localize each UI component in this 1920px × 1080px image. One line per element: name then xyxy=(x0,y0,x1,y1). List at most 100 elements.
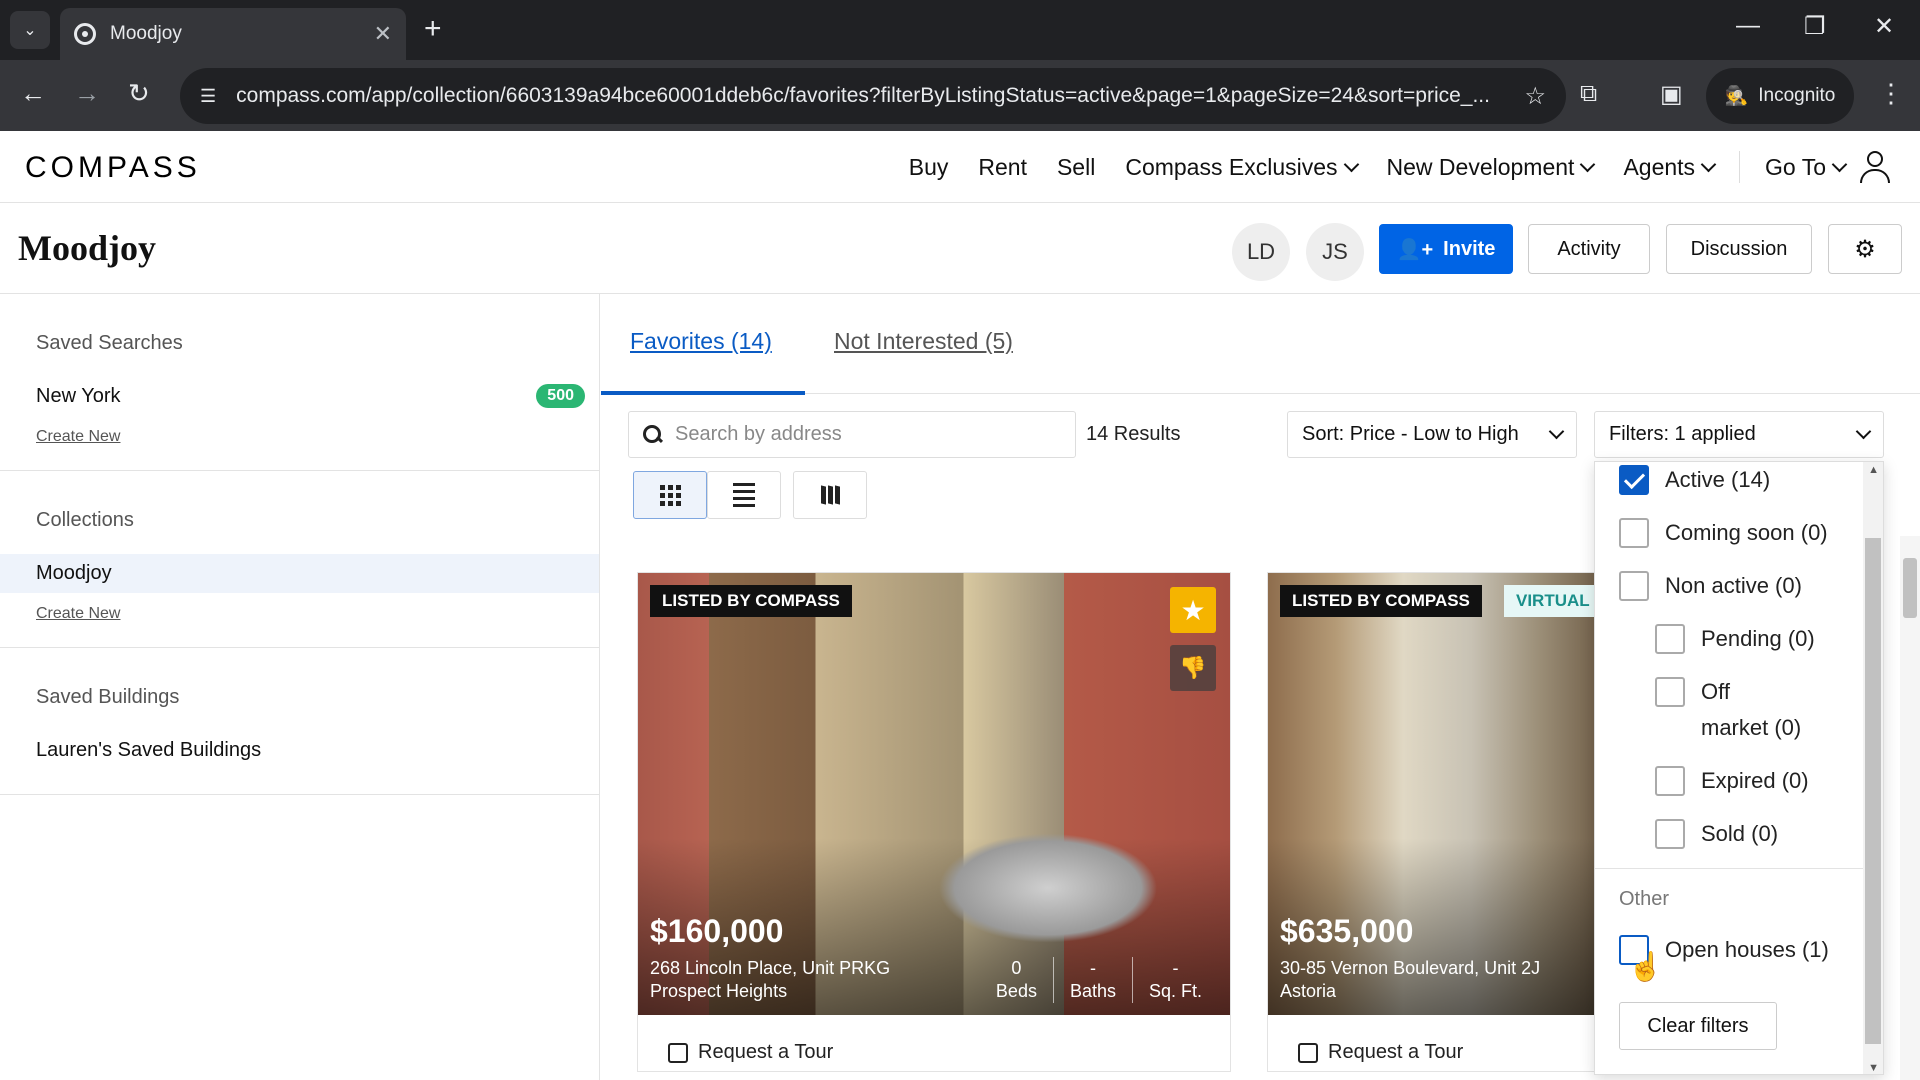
avatar[interactable]: LD xyxy=(1232,223,1290,281)
search-icon xyxy=(643,424,663,445)
search-input[interactable] xyxy=(675,423,1055,446)
user-account-icon[interactable] xyxy=(1860,151,1890,183)
site-info-icon[interactable]: ☰ xyxy=(200,86,216,107)
close-window-icon[interactable]: ✕ xyxy=(1874,12,1894,41)
address-bar[interactable]: ☰ compass.com/app/collection/6603139a94b… xyxy=(180,68,1566,124)
nav-new-development[interactable]: New Development xyxy=(1372,154,1609,181)
scrollbar[interactable]: ▲ ▼ xyxy=(1863,462,1883,1074)
minimize-icon[interactable]: — xyxy=(1736,12,1760,40)
create-new-search-link[interactable]: Create New xyxy=(0,428,599,446)
tour-label: Request a Tour xyxy=(1328,1041,1464,1063)
collection-header: Moodjoy LD JS 👤+ Invite Activity Discuss… xyxy=(0,203,1920,294)
scroll-down-icon[interactable]: ▼ xyxy=(1868,1062,1879,1074)
compass-logo[interactable]: COMPASS xyxy=(25,151,201,185)
saved-search-label: New York xyxy=(36,385,121,407)
tab-favorites[interactable]: Favorites (14) xyxy=(630,328,772,355)
mouse-cursor-icon: ☝ xyxy=(1628,951,1663,982)
search-box[interactable] xyxy=(628,411,1076,458)
restore-icon[interactable]: ❐ xyxy=(1804,12,1826,41)
request-tour-button[interactable]: Request a Tour xyxy=(668,1041,833,1064)
nav-label: New Development xyxy=(1386,153,1575,180)
filter-option-non-active[interactable]: Non active (0) xyxy=(1619,568,1802,604)
label-line: market (0) xyxy=(1701,715,1802,740)
saved-buildings-item[interactable]: Lauren's Saved Buildings xyxy=(0,731,599,770)
nav-label: Agents xyxy=(1623,153,1696,180)
browser-tab[interactable]: Moodjoy ✕ xyxy=(60,8,406,60)
listing-price: $160,000 xyxy=(650,913,784,949)
discussion-button[interactable]: Discussion xyxy=(1666,224,1812,274)
listing-address: 268 Lincoln Place, Unit PRKG Prospect He… xyxy=(650,957,890,1003)
invite-button[interactable]: 👤+ Invite xyxy=(1379,224,1513,274)
nav-go-to[interactable]: Go To xyxy=(1750,154,1860,181)
back-icon[interactable]: ← xyxy=(20,78,46,109)
filters-dropdown[interactable]: Filters: 1 applied xyxy=(1594,411,1884,458)
filter-option-expired[interactable]: Expired (0) xyxy=(1655,763,1809,799)
extensions-icon[interactable]: ⧉ xyxy=(1580,80,1597,108)
reload-icon[interactable]: ↻ xyxy=(128,78,150,109)
collections-section: Collections Moodjoy Create New xyxy=(0,471,599,648)
request-tour-button[interactable]: Request a Tour xyxy=(1298,1041,1463,1064)
filter-option-label: Non active (0) xyxy=(1665,573,1802,598)
checkbox[interactable] xyxy=(1655,766,1685,796)
scrollbar-thumb[interactable] xyxy=(1865,538,1881,1044)
nav-buy[interactable]: Buy xyxy=(894,154,964,181)
activity-button[interactable]: Activity xyxy=(1528,224,1650,274)
map-view-button[interactable] xyxy=(793,471,867,519)
bookmark-star-icon[interactable]: ☆ xyxy=(1524,82,1546,111)
saved-search-item[interactable]: New York 500 xyxy=(0,377,599,416)
thumbs-down-icon[interactable]: 👎 xyxy=(1170,645,1216,691)
filter-option-coming-soon[interactable]: Coming soon (0) xyxy=(1619,515,1828,551)
neighborhood: Astoria xyxy=(1280,981,1337,1001)
settings-button[interactable]: ⚙ xyxy=(1828,224,1902,274)
filter-option-label: Open houses (1) xyxy=(1665,937,1829,962)
site-header: COMPASS Buy Rent Sell Compass Exclusives… xyxy=(0,131,1920,203)
nav-label: Sell xyxy=(1056,153,1096,180)
beds-label: Beds xyxy=(995,981,1037,1001)
close-tab-icon[interactable]: ✕ xyxy=(374,21,392,47)
tab-search-button[interactable]: ⌄ xyxy=(10,11,50,49)
filter-option-sold[interactable]: Sold (0) xyxy=(1655,816,1778,852)
checkbox[interactable] xyxy=(1655,819,1685,849)
nav-agents[interactable]: Agents xyxy=(1608,154,1729,181)
scroll-up-icon[interactable]: ▲ xyxy=(1868,464,1879,476)
checkbox[interactable] xyxy=(1619,518,1649,548)
incognito-label: Incognito xyxy=(1758,85,1836,106)
filter-option-active[interactable]: Active (14) xyxy=(1619,462,1770,498)
scrollbar-thumb[interactable] xyxy=(1903,558,1917,618)
checkbox[interactable] xyxy=(1655,624,1685,654)
checkbox[interactable] xyxy=(1655,677,1685,707)
beds-value: 0 xyxy=(1011,958,1022,978)
collection-item[interactable]: Moodjoy xyxy=(0,554,599,593)
sidebar: Saved Searches New York 500 Create New C… xyxy=(0,294,600,1080)
nav-sell[interactable]: Sell xyxy=(1042,154,1110,181)
new-tab-button[interactable]: + xyxy=(424,14,442,44)
nav-compass-exclusives[interactable]: Compass Exclusives xyxy=(1110,154,1371,181)
favorite-star-icon[interactable]: ★ xyxy=(1170,587,1216,633)
saved-searches-section: Saved Searches New York 500 Create New xyxy=(0,294,599,471)
list-view-button[interactable] xyxy=(707,471,781,519)
filter-option-off-market[interactable]: Off market (0) xyxy=(1655,674,1801,746)
results-count: 14 Results xyxy=(1086,423,1181,445)
grid-view-button[interactable] xyxy=(633,471,707,519)
clear-filters-button[interactable]: Clear filters xyxy=(1619,1002,1777,1050)
checkbox[interactable] xyxy=(1619,571,1649,601)
create-new-collection-link[interactable]: Create New xyxy=(0,605,599,623)
browser-menu-icon[interactable]: ⋮ xyxy=(1878,78,1904,109)
virtual-badge: VIRTUAL xyxy=(1504,585,1602,617)
listing-card[interactable]: LISTED BY COMPASS VIRTUAL $635,000 30-85… xyxy=(1267,572,1607,1072)
nav-rent[interactable]: Rent xyxy=(963,154,1042,181)
divider xyxy=(1595,868,1865,869)
side-panel-icon[interactable]: ▣ xyxy=(1660,80,1683,109)
listing-card[interactable]: LISTED BY COMPASS ★ 👎 $160,000 268 Linco… xyxy=(637,572,1231,1072)
nav-label: Rent xyxy=(978,153,1027,180)
checkbox[interactable] xyxy=(1619,465,1649,495)
saved-buildings-section: Saved Buildings Lauren's Saved Buildings xyxy=(0,648,599,795)
tab-not-interested[interactable]: Not Interested (5) xyxy=(834,328,1013,355)
incognito-indicator[interactable]: 🕵 Incognito xyxy=(1706,68,1854,124)
forward-icon[interactable]: → xyxy=(74,78,100,109)
sort-dropdown[interactable]: Sort: Price - Low to High xyxy=(1287,411,1577,458)
filter-option-pending[interactable]: Pending (0) xyxy=(1655,621,1815,657)
sort-label: Sort: Price - Low to High xyxy=(1302,423,1519,445)
page-scrollbar[interactable] xyxy=(1900,536,1920,1080)
avatar[interactable]: JS xyxy=(1306,223,1364,281)
